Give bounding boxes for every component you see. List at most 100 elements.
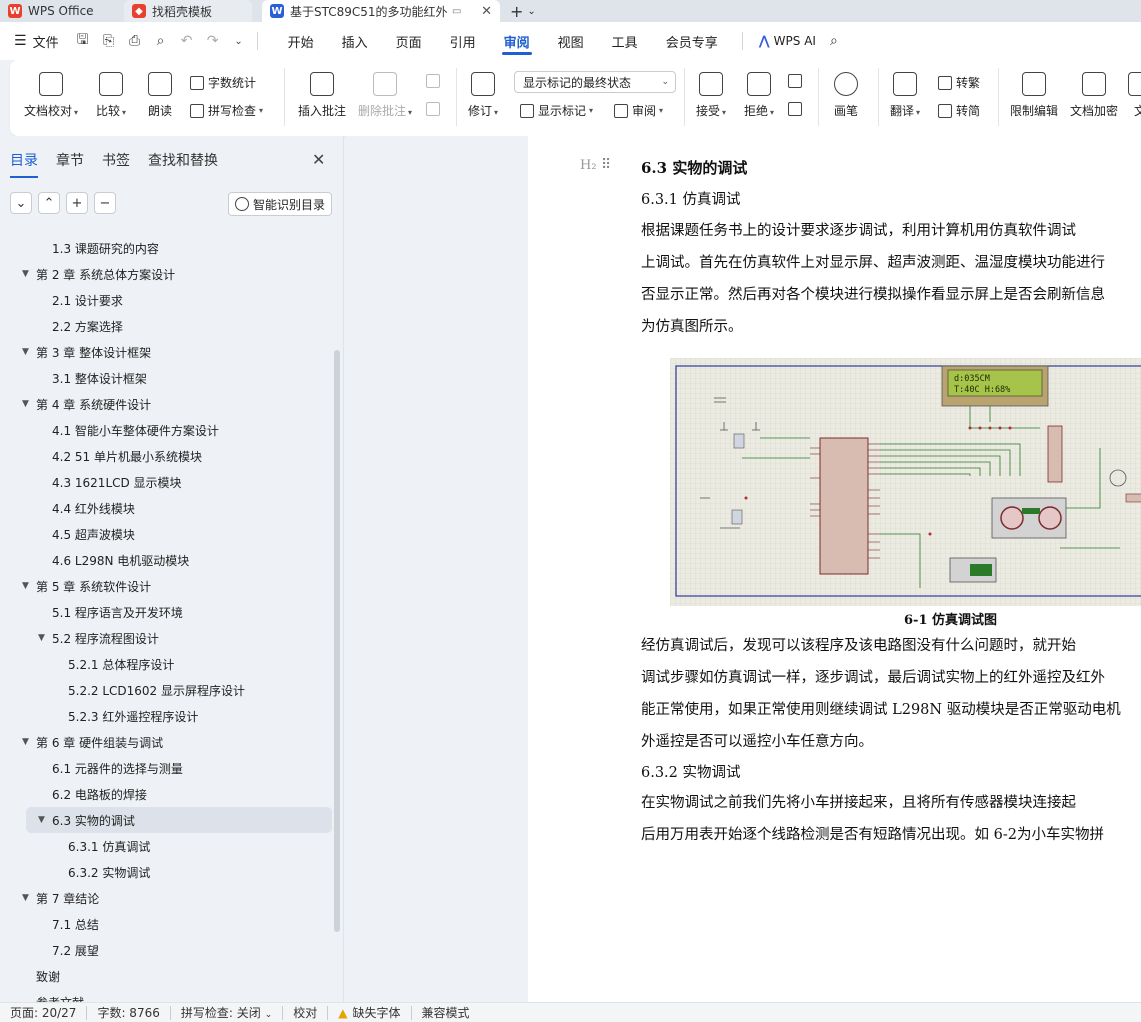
spell-check-button[interactable]: 拼写检查 ▾: [190, 102, 263, 119]
compare-button[interactable]: 比较 ▾: [96, 72, 126, 119]
to-simplified-button[interactable]: 转简: [938, 102, 980, 119]
accept-button[interactable]: 接受 ▾: [696, 72, 726, 119]
toc-item[interactable]: 5.2.1 总体程序设计: [0, 651, 344, 677]
toc-item[interactable]: 4.2 51 单片机最小系统模块: [0, 443, 344, 469]
toc-item[interactable]: 6.2 电路板的焊接: [0, 781, 344, 807]
toc-item[interactable]: 5.2.2 LCD1602 显示屏程序设计: [0, 677, 344, 703]
tab-membership[interactable]: 会员专享: [652, 22, 732, 60]
toc-item[interactable]: ▼ 6.3 实物的调试: [26, 807, 332, 833]
toc-item[interactable]: 4.3 1621LCD 显示模块: [0, 469, 344, 495]
save-icon[interactable]: 🖫: [75, 29, 91, 53]
drag-handle-icon[interactable]: ⠿: [601, 157, 611, 173]
close-icon[interactable]: ✕: [312, 150, 325, 169]
read-aloud-button[interactable]: 朗读: [148, 72, 172, 119]
prev-change-button[interactable]: [788, 74, 806, 88]
toc-item[interactable]: 6.3.1 仿真调试: [0, 833, 344, 859]
undo-icon[interactable]: ↶: [179, 33, 195, 49]
toc-item[interactable]: ▼ 5.2 程序流程图设计: [0, 625, 344, 651]
toc-item[interactable]: 4.6 L298N 电机驱动模块: [0, 547, 344, 573]
markup-state-select[interactable]: 显示标记的最终状态 ⌄: [514, 71, 676, 93]
spell-check-indicator[interactable]: 拼写检查: 关闭 ⌄: [171, 1004, 282, 1021]
collapse-arrow-icon[interactable]: ▼: [22, 269, 29, 279]
nav-scrollbar[interactable]: [334, 350, 340, 932]
toc-item[interactable]: ▼ 第 6 章 硬件组装与调试: [0, 729, 344, 755]
search-icon[interactable]: ⌕: [830, 33, 838, 49]
pen-button[interactable]: 画笔: [834, 72, 858, 119]
show-markup-button[interactable]: 显示标记 ▾: [520, 102, 593, 119]
toc-item[interactable]: 致谢: [0, 963, 344, 989]
toc-item[interactable]: 5.2.3 红外遥控程序设计: [0, 703, 344, 729]
close-icon[interactable]: ✕: [481, 4, 492, 19]
minus-icon[interactable]: −: [94, 192, 116, 214]
collapse-arrow-icon[interactable]: ▼: [22, 399, 29, 409]
tab-references[interactable]: 引用: [436, 22, 490, 60]
toc-item[interactable]: ▼ 第 7 章结论: [0, 885, 344, 911]
revise-button[interactable]: 修订 ▾: [468, 72, 498, 119]
more-ribbon-button[interactable]: 文: [1128, 72, 1141, 119]
reject-button[interactable]: 拒绝 ▾: [744, 72, 774, 119]
toc-item[interactable]: 6.3.2 实物调试: [0, 859, 344, 885]
next-change-button[interactable]: [788, 102, 806, 116]
print-icon[interactable]: ⎙: [127, 33, 143, 49]
nav-tab-chapters[interactable]: 章节: [56, 150, 84, 170]
collapse-arrow-icon[interactable]: ▼: [22, 737, 29, 747]
file-menu[interactable]: ☰ 文件: [14, 32, 59, 51]
toc-item[interactable]: 5.1 程序语言及开发环境: [0, 599, 344, 625]
nav-tab-bookmarks[interactable]: 书签: [102, 150, 130, 170]
toc-item[interactable]: ▼ 第 2 章 系统总体方案设计: [0, 261, 344, 287]
smart-toc-button[interactable]: 智能识别目录: [228, 192, 332, 216]
print-preview-icon[interactable]: ⌕: [153, 33, 169, 49]
tab-home[interactable]: 开始: [274, 22, 328, 60]
nav-tab-toc[interactable]: 目录: [10, 150, 38, 178]
tab-review[interactable]: 审阅: [490, 22, 544, 60]
new-tab-button[interactable]: + ⌄: [510, 0, 536, 22]
toc-item[interactable]: ▼ 第 5 章 系统软件设计: [0, 573, 344, 599]
tab-docer-templates[interactable]: ◆ 找稻壳模板: [124, 0, 252, 22]
toc-item[interactable]: 2.1 设计要求: [0, 287, 344, 313]
toc-item[interactable]: 4.1 智能小车整体硬件方案设计: [0, 417, 344, 443]
toc-item[interactable]: 7.2 展望: [0, 937, 344, 963]
tab-tools[interactable]: 工具: [598, 22, 652, 60]
insert-comment-button[interactable]: 插入批注: [298, 72, 346, 119]
toc-item[interactable]: 6.1 元器件的选择与测量: [0, 755, 344, 781]
translate-button[interactable]: 翻译 ▾: [890, 72, 920, 119]
toc-item[interactable]: 3.1 整体设计框架: [0, 365, 344, 391]
tab-wps-office[interactable]: W WPS Office: [0, 0, 120, 22]
expand-down-icon[interactable]: ⌄: [10, 192, 32, 214]
to-traditional-button[interactable]: 转繁: [938, 74, 980, 91]
next-comment-button[interactable]: [426, 102, 444, 116]
toc-item[interactable]: ▼ 第 3 章 整体设计框架: [0, 339, 344, 365]
wps-ai-button[interactable]: ⋀ WPS AI: [759, 34, 816, 49]
collapse-arrow-icon[interactable]: ▼: [22, 581, 29, 591]
chevron-down-icon[interactable]: ⌄: [231, 36, 247, 47]
delete-comment-button[interactable]: 删除批注 ▾: [358, 72, 412, 119]
encrypt-button[interactable]: 文档加密: [1070, 72, 1118, 119]
tab-view[interactable]: 视图: [544, 22, 598, 60]
toc-item[interactable]: 4.4 红外线模块: [0, 495, 344, 521]
restrict-edit-button[interactable]: 限制编辑: [1010, 72, 1058, 119]
review-pane-button[interactable]: 审阅 ▾: [614, 102, 663, 119]
prev-comment-button[interactable]: [426, 74, 444, 88]
toc-item[interactable]: 7.1 总结: [0, 911, 344, 937]
collapse-arrow-icon[interactable]: ▼: [22, 893, 29, 903]
redo-icon[interactable]: ↷: [205, 33, 221, 49]
doc-check-button[interactable]: 文档校对 ▾: [24, 72, 78, 119]
monitor-icon[interactable]: ▭: [452, 6, 461, 17]
toc-item[interactable]: 1.3 课题研究的内容: [0, 235, 344, 261]
toc-item[interactable]: 2.2 方案选择: [0, 313, 344, 339]
collapse-arrow-icon[interactable]: ▼: [22, 347, 29, 357]
nav-tab-find-replace[interactable]: 查找和替换: [148, 150, 218, 170]
collapse-arrow-icon[interactable]: ▼: [38, 633, 45, 643]
tab-document[interactable]: W 基于STC89C51的多功能红外遥控小车 ▭ ✕: [262, 0, 500, 22]
export-icon[interactable]: ⎘: [101, 33, 117, 49]
proofread-button[interactable]: 校对: [283, 1004, 327, 1021]
tab-page[interactable]: 页面: [382, 22, 436, 60]
word-count-indicator[interactable]: 字数: 8766: [87, 1004, 169, 1021]
toc-item[interactable]: ▼ 第 4 章 系统硬件设计: [0, 391, 344, 417]
word-count-button[interactable]: 字数统计: [190, 74, 256, 91]
tab-insert[interactable]: 插入: [328, 22, 382, 60]
collapse-arrow-icon[interactable]: ▼: [38, 815, 45, 825]
collapse-up-icon[interactable]: ⌃: [38, 192, 60, 214]
page-indicator[interactable]: 页面: 20/27: [0, 1004, 86, 1021]
missing-font-button[interactable]: ▲ 缺失字体: [328, 1004, 410, 1021]
